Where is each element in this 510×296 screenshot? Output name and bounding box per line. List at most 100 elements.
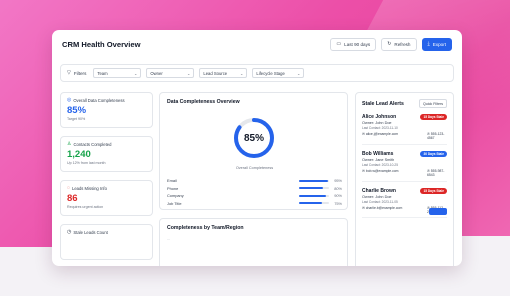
- alert-name: Alice Johnson: [362, 114, 397, 120]
- stat-label: ♙ Contacts Completed: [67, 141, 146, 148]
- field-percent: 95%: [334, 178, 342, 184]
- field-bar-fill: [299, 202, 322, 205]
- stat-value: 1,240: [67, 149, 91, 160]
- owner-select[interactable]: Owner ⌄: [146, 68, 195, 78]
- stat-label: ◎ Overall Data Completeness: [67, 97, 146, 104]
- field-bar-track: [299, 187, 329, 190]
- filters-bar: ▽ Filters Team ⌄ Owner ⌄ Lead Source ⌄ L…: [60, 64, 454, 82]
- page-title: CRM Health Overview: [62, 39, 141, 49]
- team-region-peek: ...: [167, 237, 170, 241]
- mail-icon: ✉: [362, 168, 365, 173]
- stale-badge: 15 Days Stale: [420, 187, 447, 194]
- stale-alerts-header: Stale Lead Alerts Quick Filters: [362, 99, 447, 108]
- quick-filters-button[interactable]: Quick Filters: [419, 99, 447, 108]
- stale-alert-item[interactable]: Alice Johnson 15 Days Stale Owner: John Do…: [362, 114, 447, 145]
- alert-owner: Owner: John Doe: [362, 121, 392, 125]
- team-region-title: Completeness by Team/Region: [167, 225, 244, 231]
- owner-select-value: Owner: [150, 70, 163, 76]
- stat-value: 86: [67, 193, 78, 204]
- chevron-down-icon: ⌄: [134, 70, 138, 76]
- dashboard-window: CRM Health Overview ▭ Last 90 days ↻ Ref…: [52, 30, 462, 266]
- field-bar-row: Job Title 75%: [167, 200, 342, 208]
- chevron-down-icon: ⌄: [187, 70, 191, 76]
- stale-alert-item[interactable]: Charlie Brown 15 Days Stale Owner: John Do…: [362, 187, 447, 219]
- refresh-label: Refresh: [394, 41, 411, 47]
- stat-sub: Target 90%: [67, 117, 86, 121]
- field-bar-fill: [299, 187, 323, 190]
- stat-label: ◷ Stale Leads Count: [67, 230, 146, 236]
- alert-owner: Owner: John Doe: [362, 194, 392, 199]
- field-bar-fill: [299, 194, 326, 197]
- alert-email-text: charlie.b@example.com: [365, 205, 403, 210]
- stale-badge: 30 Days Stale: [420, 150, 447, 157]
- alert-email[interactable]: ✉ alice.j@example.com: [362, 132, 398, 136]
- chevron-down-icon: ⌄: [297, 70, 301, 76]
- lead-source-select[interactable]: Lead Source ⌄: [199, 68, 248, 78]
- team-select[interactable]: Team ⌄: [93, 68, 142, 78]
- stat-card-contacts: ♙ Contacts Completed 1,240 Up 12% from l…: [60, 136, 153, 172]
- filter-icon: ▽: [67, 69, 71, 76]
- donut-value: 85%: [243, 132, 264, 144]
- lifecycle-stage-select[interactable]: Lifecycle Stage ⌄: [252, 68, 305, 78]
- field-bar-track: [299, 194, 329, 197]
- alert-last-contact: Last Contact: 2023-11-05: [362, 199, 398, 204]
- field-bar-row: Company 90%: [167, 192, 342, 200]
- alert-last-contact: Last Contact: 2023-10-25: [362, 162, 398, 167]
- alert-action-button[interactable]: [429, 208, 447, 216]
- export-icon: ⤓: [427, 40, 430, 47]
- field-name: Phone: [167, 185, 179, 191]
- completeness-card: Data Completeness Overview 85% Overall C…: [159, 92, 348, 210]
- field-name: Company: [167, 193, 184, 199]
- alert-contact: ✉ bob.w@example.com ✆ 555-987-6543: [362, 169, 447, 178]
- alert-email-text: bob.w@example.com: [365, 168, 399, 173]
- field-percent: 75%: [334, 200, 342, 206]
- lead-source-select-value: Lead Source: [203, 70, 228, 76]
- stat-label-text: Overall Data Completeness: [73, 98, 125, 103]
- donut-caption: Overall Completeness: [235, 166, 274, 170]
- field-name: Email: [167, 178, 177, 184]
- stat-sub: Up 12% from last month: [67, 161, 106, 165]
- mail-icon: ✉: [362, 132, 365, 136]
- alert-top: Bob Williams 30 Days Stale: [362, 150, 447, 157]
- export-button[interactable]: ⤓ Export: [421, 37, 452, 51]
- alert-last-contact: Last Contact: 2023-11-10: [362, 126, 398, 130]
- calendar-icon: ▭: [336, 40, 342, 47]
- field-bars: Email 95% Phone 80% Company 90% Job Title 75%: [167, 177, 342, 207]
- stale-badge: 15 Days Stale: [420, 114, 447, 120]
- team-region-card: Completeness by Team/Region ...: [159, 218, 348, 266]
- alert-email[interactable]: ✉ charlie.b@example.com: [362, 206, 402, 210]
- stat-sub: Requires urgent action: [67, 205, 104, 209]
- stat-label: ◌ Leads Missing Info: [67, 186, 146, 192]
- lifecycle-stage-select-value: Lifecycle Stage: [256, 70, 285, 76]
- field-bar-track: [299, 202, 329, 205]
- alert-contact: ✉ alice.j@example.com ✆ 555-123-4567: [362, 132, 447, 141]
- alert-name: Charlie Brown: [362, 187, 396, 194]
- alert-email-text: alice.j@example.com: [365, 132, 399, 136]
- stale-alerts-list: Alice Johnson 15 Days Stale Owner: John Do…: [362, 114, 447, 219]
- date-range-button[interactable]: ▭ Last 90 days: [330, 37, 377, 51]
- stat-value: 85%: [67, 105, 87, 116]
- stat-card-missing: ◌ Leads Missing Info 86 Requires urgent …: [60, 180, 153, 216]
- stat-card-stale: ◷ Stale Leads Count: [60, 224, 153, 260]
- field-percent: 80%: [334, 185, 342, 191]
- stat-label-text: Stale Leads Count: [73, 230, 108, 235]
- chevron-down-icon: ⌄: [240, 70, 244, 76]
- header-bar: CRM Health Overview ▭ Last 90 days ↻ Ref…: [52, 30, 462, 58]
- stale-alert-item[interactable]: Bob Williams 30 Days Stale Owner: Jane Smi…: [362, 150, 447, 182]
- refresh-button[interactable]: ↻ Refresh: [381, 37, 417, 51]
- alert-name: Bob Williams: [362, 150, 394, 157]
- check-circle-icon: ◎: [67, 97, 72, 103]
- filters-heading: ▽ Filters: [67, 69, 86, 76]
- field-bar-track: [299, 179, 329, 182]
- export-label: Export: [432, 41, 446, 47]
- alert-phone[interactable]: ✆ 555-123-4567: [427, 132, 447, 141]
- completeness-title: Data Completeness Overview: [167, 99, 240, 105]
- alert-email[interactable]: ✉ bob.w@example.com: [362, 169, 399, 173]
- field-percent: 90%: [334, 193, 342, 199]
- field-bar-fill: [299, 179, 328, 182]
- field-bar-row: Phone 80%: [167, 185, 342, 193]
- field-name: Job Title: [167, 200, 182, 206]
- completeness-donut: 85%: [231, 115, 277, 161]
- alert-phone[interactable]: ✆ 555-987-6543: [427, 169, 447, 178]
- user-icon: ♙: [67, 141, 72, 147]
